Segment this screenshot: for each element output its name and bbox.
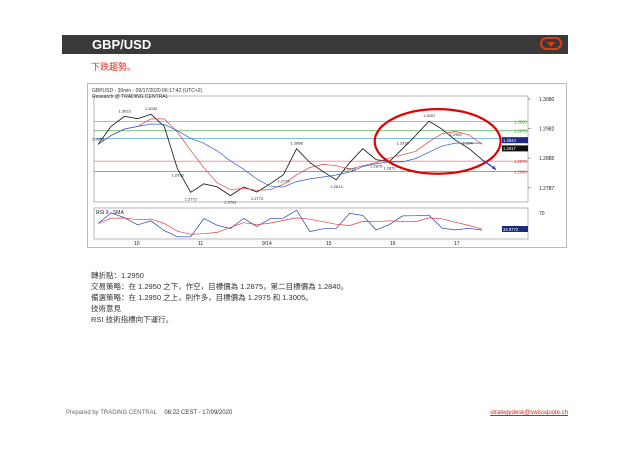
price-line	[97, 113, 483, 197]
comment-title: 技術意見	[91, 304, 121, 313]
y-tick-label: 1.2982	[539, 127, 555, 133]
price-marker-label: 1.2944	[503, 138, 516, 143]
price-annotation: 1.3007	[423, 113, 436, 118]
price-annotation: 1.2773	[251, 196, 264, 201]
price-annotation: 1.294	[463, 140, 474, 145]
price-annotation: 1.2761	[224, 200, 237, 205]
rsi-level-label: 70	[539, 211, 545, 217]
price-annotation: 1.2875	[370, 164, 383, 169]
x-tick-label: 11	[198, 241, 203, 247]
y-tick-label: 1.2885	[539, 156, 555, 162]
price-annotation: 1.2888	[291, 141, 304, 146]
level-label: 1.2840	[514, 170, 527, 175]
rsi-sma-line	[97, 217, 483, 235]
alt-strategy-text: 備選策略：在 1.2950 之上，則作多，目標價為 1.2975 和 1.300…	[91, 293, 313, 302]
level-label: 1.2875	[514, 159, 527, 164]
rsi-line	[97, 209, 483, 238]
pivot-text: 轉折點：1.2950	[91, 271, 144, 280]
x-tick-label: 9/14	[262, 241, 272, 247]
highlight-ellipse	[373, 108, 502, 175]
page-title: GBP/USD	[92, 37, 152, 52]
x-tick-label: 10	[134, 241, 140, 247]
chevron-down-icon[interactable]	[540, 37, 562, 50]
x-tick-label: 15	[326, 241, 332, 247]
footer-prepared: Prepared by TRADING CENTRAL 06:22 CEST -…	[66, 410, 232, 416]
trend-summary: 下跌趨勢。	[91, 62, 137, 72]
report-time: 06:22 CEST - 17/09/2020	[164, 410, 233, 416]
trade-strategy-text: 交易策略：在 1.2950 之下，作空，目標價為 1.2875，第二目標價為 1…	[91, 282, 349, 291]
analysis-text: 轉折點：1.2950 交易策略：在 1.2950 之下，作空，目標價為 1.28…	[91, 270, 348, 325]
price-chart: GBPUSD - 30min - 09/17/2020 06:17:42 (UT…	[87, 83, 567, 248]
price-annotation: 1.2916	[171, 173, 184, 178]
price-annotation: 1.2916	[397, 141, 410, 146]
price-annotation: 1.2863	[92, 136, 105, 141]
price-annotation: 1.2916	[344, 167, 357, 172]
rsi-marker-label: 34.9772	[503, 227, 519, 232]
x-tick-label: 17	[454, 241, 460, 247]
x-tick-label: 16	[390, 241, 396, 247]
price-annotation: 1.3023	[118, 108, 131, 113]
price-annotation: 1.2950	[450, 132, 463, 137]
level-label: 1.3005	[514, 120, 527, 125]
ma-slow-line	[97, 123, 482, 188]
price-marker-label: 1.2917	[503, 146, 516, 151]
chart-canvas: 1.3080 1.2982 1.2885 1.2787 1.3005 1.2975 1.29…	[92, 95, 555, 247]
price-annotation: 1.2873	[383, 166, 396, 171]
level-label: 1.2975	[514, 129, 527, 134]
y-tick-label: 1.3080	[539, 97, 555, 103]
price-annotation: 1.2813	[330, 184, 343, 189]
chart-header: GBPUSD - 30min - 09/17/2020 06:17:42 (UT…	[92, 88, 202, 100]
chart-header-line2: Research @ TRADING CENTRAL	[92, 94, 169, 100]
y-tick-label: 1.2787	[539, 186, 555, 192]
price-annotation: 1.2773	[277, 179, 290, 184]
price-annotation: 1.3030	[145, 106, 158, 111]
rsi-frame	[93, 207, 529, 240]
comment-text: RSI 技術指標向下運行。	[91, 315, 174, 324]
contact-email-link[interactable]: strategydesk@swissquote.ch	[490, 410, 568, 416]
title-bar: GBP/USD	[62, 35, 568, 54]
price-annotation: 1.2772	[185, 196, 198, 201]
prepared-by: Prepared by TRADING CENTRAL	[66, 410, 157, 416]
rsi-label: RSI 9 - SMA	[96, 210, 124, 216]
